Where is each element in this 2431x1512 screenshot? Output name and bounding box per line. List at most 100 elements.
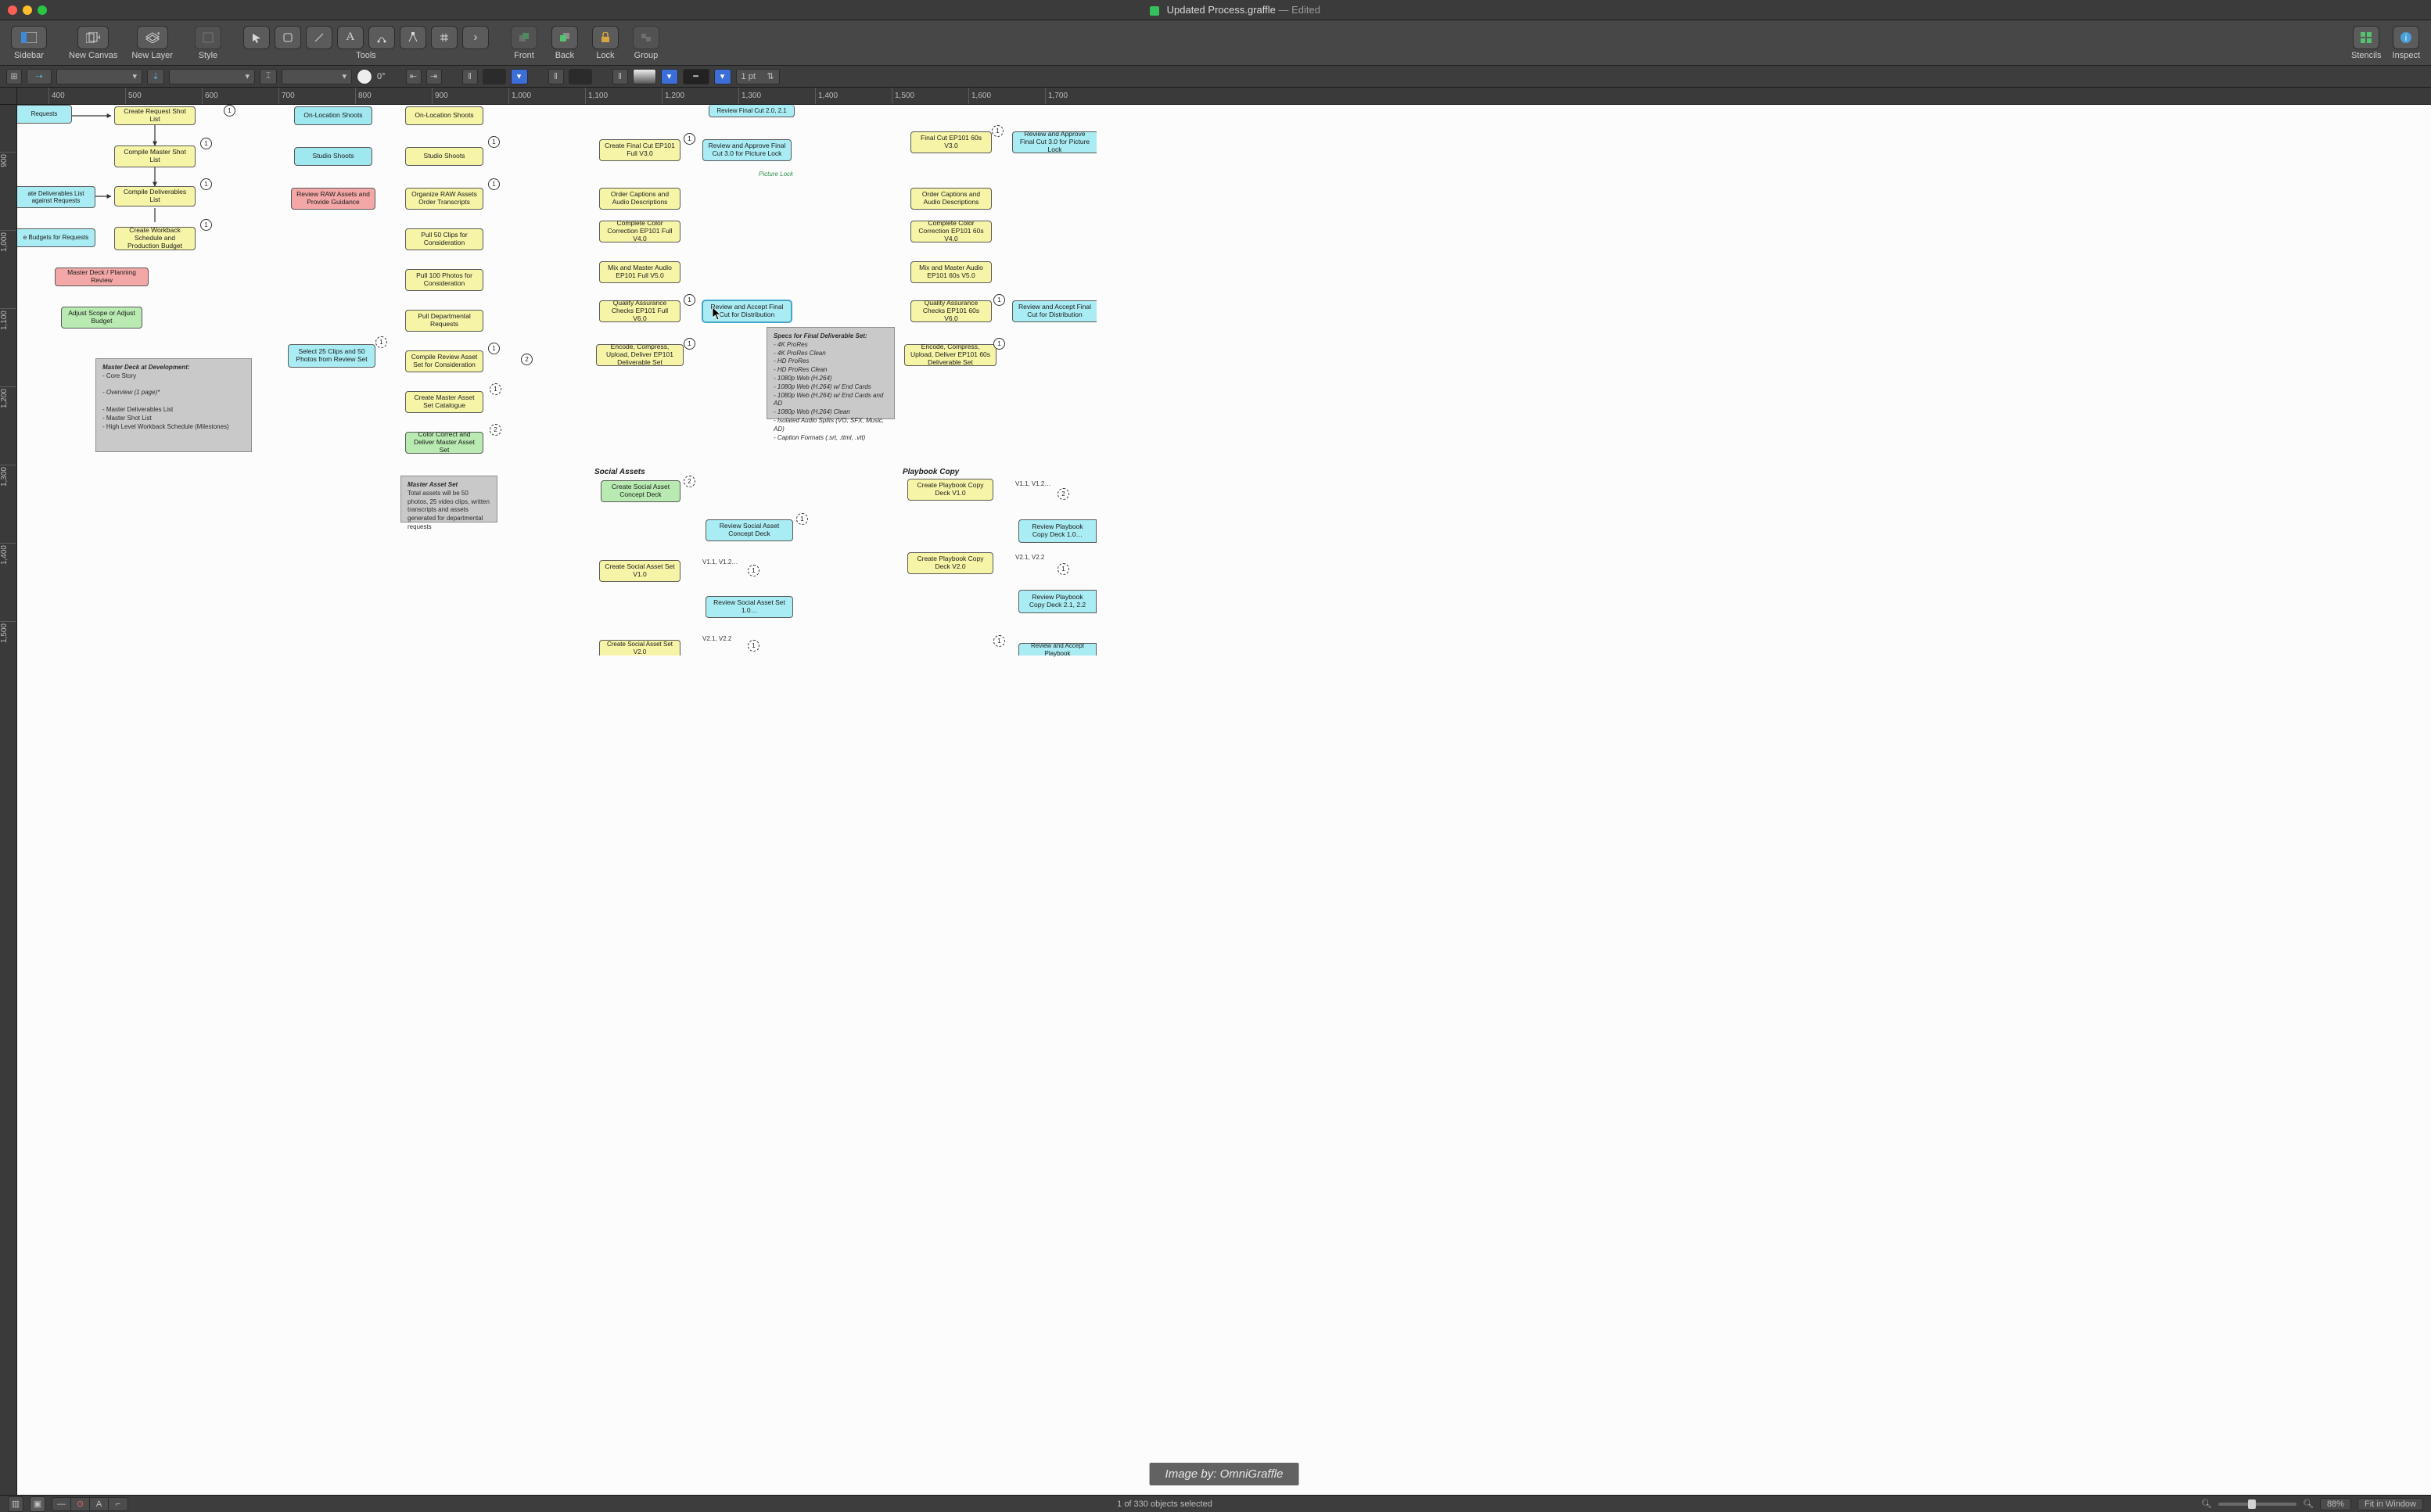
shadow-preview[interactable] <box>633 69 656 84</box>
shape-fc60-v3[interactable]: Final Cut EP101 60s V3.0 <box>910 131 992 153</box>
shape-organize-raw[interactable]: Organize RAW Assets Order Transcripts <box>405 188 483 210</box>
shape-tool-button[interactable] <box>275 26 301 49</box>
ruler-origin-corner[interactable] <box>0 88 17 105</box>
seg-connector[interactable]: ⌐ <box>109 1498 127 1510</box>
presentation-button[interactable]: ▣ <box>30 1496 45 1512</box>
shape-select-25[interactable]: Select 25 Clips and 50 Photos from Revie… <box>288 344 375 368</box>
shape-accept-fc60[interactable]: Review and Accept Final Cut for Distribu… <box>1012 300 1097 322</box>
distribute-c[interactable]: ‖ <box>612 69 628 84</box>
shape-compile-master-shot-list[interactable]: Compile Master Shot List <box>114 145 196 167</box>
shape-review-fc60-v3[interactable]: Review and Approve Final Cut 3.0 for Pic… <box>1012 131 1097 153</box>
shape-social-v2[interactable]: Create Social Asset Set V2.0 <box>599 640 680 655</box>
shape-color60-v4[interactable]: Complete Color Correction EP101 60s V4.0 <box>910 221 992 242</box>
shape-create-request-shot-list[interactable]: Create Request Shot List <box>114 106 196 125</box>
shape-playbook-review-v1[interactable]: Review Playbook Copy Deck 1.0… <box>1018 519 1097 543</box>
lock-button[interactable] <box>592 26 619 49</box>
shape-order-captions60[interactable]: Order Captions and Audio Descriptions <box>910 188 992 210</box>
shape-100photos[interactable]: Pull 100 Photos for Consideration <box>405 269 483 291</box>
stroke-weight-select[interactable]: 1 pt⇅ <box>736 69 780 84</box>
shape-create-fc3[interactable]: Create Final Cut EP101 Full V3.0 <box>599 139 680 161</box>
shape-compile-deliverables[interactable]: Compile Deliverables List <box>114 186 196 207</box>
shape-playbook-v1[interactable]: Create Playbook Copy Deck V1.0 <box>907 479 993 501</box>
shape-color-correct-deliver[interactable]: Color Correct and Deliver Master Asset S… <box>405 432 483 454</box>
canvas[interactable]: Requests Create Request Shot List Compil… <box>17 105 2431 1495</box>
shape-social-v1[interactable]: Create Social Asset Set V1.0 <box>599 560 680 582</box>
minimize-window-button[interactable] <box>23 5 32 15</box>
font-size-select[interactable]: ▾ <box>282 69 352 84</box>
canvas-list-icon[interactable]: ▥ <box>8 1496 23 1512</box>
selection-tool-button[interactable] <box>243 26 270 49</box>
shape-dept-requests[interactable]: Pull Departmental Requests <box>405 310 483 332</box>
vertical-ruler[interactable]: 9001,0001,1001,2001,3001,4001,500 <box>0 105 17 1495</box>
send-back-button[interactable] <box>551 26 578 49</box>
shape-onlocation-blue[interactable]: On-Location Shoots <box>294 106 372 125</box>
crop-tool-button[interactable] <box>431 26 458 49</box>
stencils-button[interactable] <box>2353 26 2379 49</box>
style-picker-button[interactable] <box>195 26 221 49</box>
align-right-button[interactable]: ⇥ <box>426 69 442 84</box>
zoom-value[interactable]: 88% <box>2320 1498 2351 1510</box>
shape-50clips[interactable]: Pull 50 Clips for Consideration <box>405 228 483 250</box>
shape-mix60-v5[interactable]: Mix and Master Audio EP101 60s V5.0 <box>910 261 992 283</box>
more-tools-button[interactable]: › <box>462 26 489 49</box>
distribute-b[interactable]: ‖ <box>548 69 564 84</box>
shape-qa-v6[interactable]: Quality Assurance Checks EP101 Full V6.0 <box>599 300 680 322</box>
shape-social-concept[interactable]: Create Social Asset Concept Deck <box>601 480 680 502</box>
point-edit-tool-button[interactable] <box>400 26 426 49</box>
line-style-preview[interactable]: ━ <box>683 69 709 84</box>
fit-in-window-button[interactable]: Fit in Window <box>2357 1498 2423 1510</box>
new-layer-button[interactable]: + <box>137 26 168 49</box>
shape-review-fc3[interactable]: Review and Approve Final Cut 3.0 for Pic… <box>702 139 792 161</box>
font-style-select[interactable]: ▾ <box>169 69 255 84</box>
shape-studio-yellow[interactable]: Studio Shoots <box>405 147 483 166</box>
distribute-a[interactable]: ‖ <box>462 69 478 84</box>
seg-line[interactable]: — <box>52 1498 71 1510</box>
shadow-popup-button[interactable]: ▾ <box>661 69 678 84</box>
shape-requests[interactable]: Requests <box>17 105 72 124</box>
text-color-swatch[interactable] <box>357 69 372 84</box>
shape-review-raw[interactable]: Review RAW Assets and Provide Guidance <box>291 188 375 210</box>
shape-budgets[interactable]: e Budgets for Requests <box>17 228 95 247</box>
zoom-window-button[interactable] <box>38 5 47 15</box>
zoom-in-icon[interactable]: 🔍︎ <box>2303 1499 2314 1509</box>
shape-onlocation-yellow[interactable]: On-Location Shoots <box>405 106 483 125</box>
shape-playbook-accept[interactable]: Review and Accept Playbook <box>1018 643 1097 655</box>
line-style-popup-button[interactable]: ▾ <box>714 69 731 84</box>
shape-encode60[interactable]: Encode, Compress, Upload, Deliver EP101 … <box>904 344 996 366</box>
stroke-preview[interactable] <box>569 69 592 84</box>
pen-tool-button[interactable] <box>368 26 395 49</box>
status-segmented-control[interactable]: — ⊙ A ⌐ <box>52 1497 128 1511</box>
shape-social-review-concept[interactable]: Review Social Asset Concept Deck <box>706 519 793 541</box>
close-window-button[interactable] <box>8 5 17 15</box>
shape-compile-review-set[interactable]: Compile Review Asset Set for Considerati… <box>405 350 483 372</box>
toggle-sidebar-button[interactable] <box>11 26 47 49</box>
fill-preview[interactable] <box>483 69 506 84</box>
shape-social-review-v1[interactable]: Review Social Asset Set 1.0… <box>706 596 793 618</box>
shape-order-captions[interactable]: Order Captions and Audio Descriptions <box>599 188 680 210</box>
font-family-select[interactable]: ▾ <box>56 69 142 84</box>
zoom-out-icon[interactable]: 🔍︎ <box>2201 1499 2212 1509</box>
seg-text[interactable]: A <box>90 1498 109 1510</box>
shape-playbook-review-v2[interactable]: Review Playbook Copy Deck 2.1, 2.2 <box>1018 590 1097 613</box>
zoom-slider[interactable] <box>2218 1503 2296 1506</box>
align-left-button[interactable]: ⇤ <box>406 69 422 84</box>
inspect-button[interactable]: i <box>2393 26 2419 49</box>
fill-popup-button[interactable]: ▾ <box>511 69 528 84</box>
shape-mix-v5[interactable]: Mix and Master Audio EP101 Full V5.0 <box>599 261 680 283</box>
note-master-deck[interactable]: Master Deck at Development: - Core Story… <box>95 358 252 452</box>
shape-review-fc2[interactable]: Review Final Cut 2.0, 2.1 <box>709 105 795 117</box>
shape-qa60-v6[interactable]: Quality Assurance Checks EP101 60s V6.0 <box>910 300 992 322</box>
note-specs[interactable]: Specs for Final Deliverable Set: - 4K Pr… <box>767 327 895 419</box>
shape-catalogue-master[interactable]: Create Master Asset Set Catalogue <box>405 391 483 413</box>
shape-studio-blue[interactable]: Studio Shoots <box>294 147 372 166</box>
note-master-asset[interactable]: Master Asset Set Total assets will be 50… <box>400 476 497 523</box>
group-button[interactable] <box>633 26 659 49</box>
new-canvas-button[interactable]: + <box>77 26 109 49</box>
shape-planning-review[interactable]: Master Deck / Planning Review <box>55 268 149 286</box>
shape-adjust-scope[interactable]: Adjust Scope or Adjust Budget <box>61 307 142 329</box>
horizontal-ruler[interactable]: 4005006007008009001,0001,1001,2001,3001,… <box>17 88 2431 105</box>
shape-encode[interactable]: Encode, Compress, Upload, Deliver EP101 … <box>596 344 684 366</box>
shape-playbook-v2[interactable]: Create Playbook Copy Deck V2.0 <box>907 552 993 574</box>
line-tool-button[interactable] <box>306 26 332 49</box>
hguides-toggle[interactable]: ⇢ <box>27 69 52 84</box>
